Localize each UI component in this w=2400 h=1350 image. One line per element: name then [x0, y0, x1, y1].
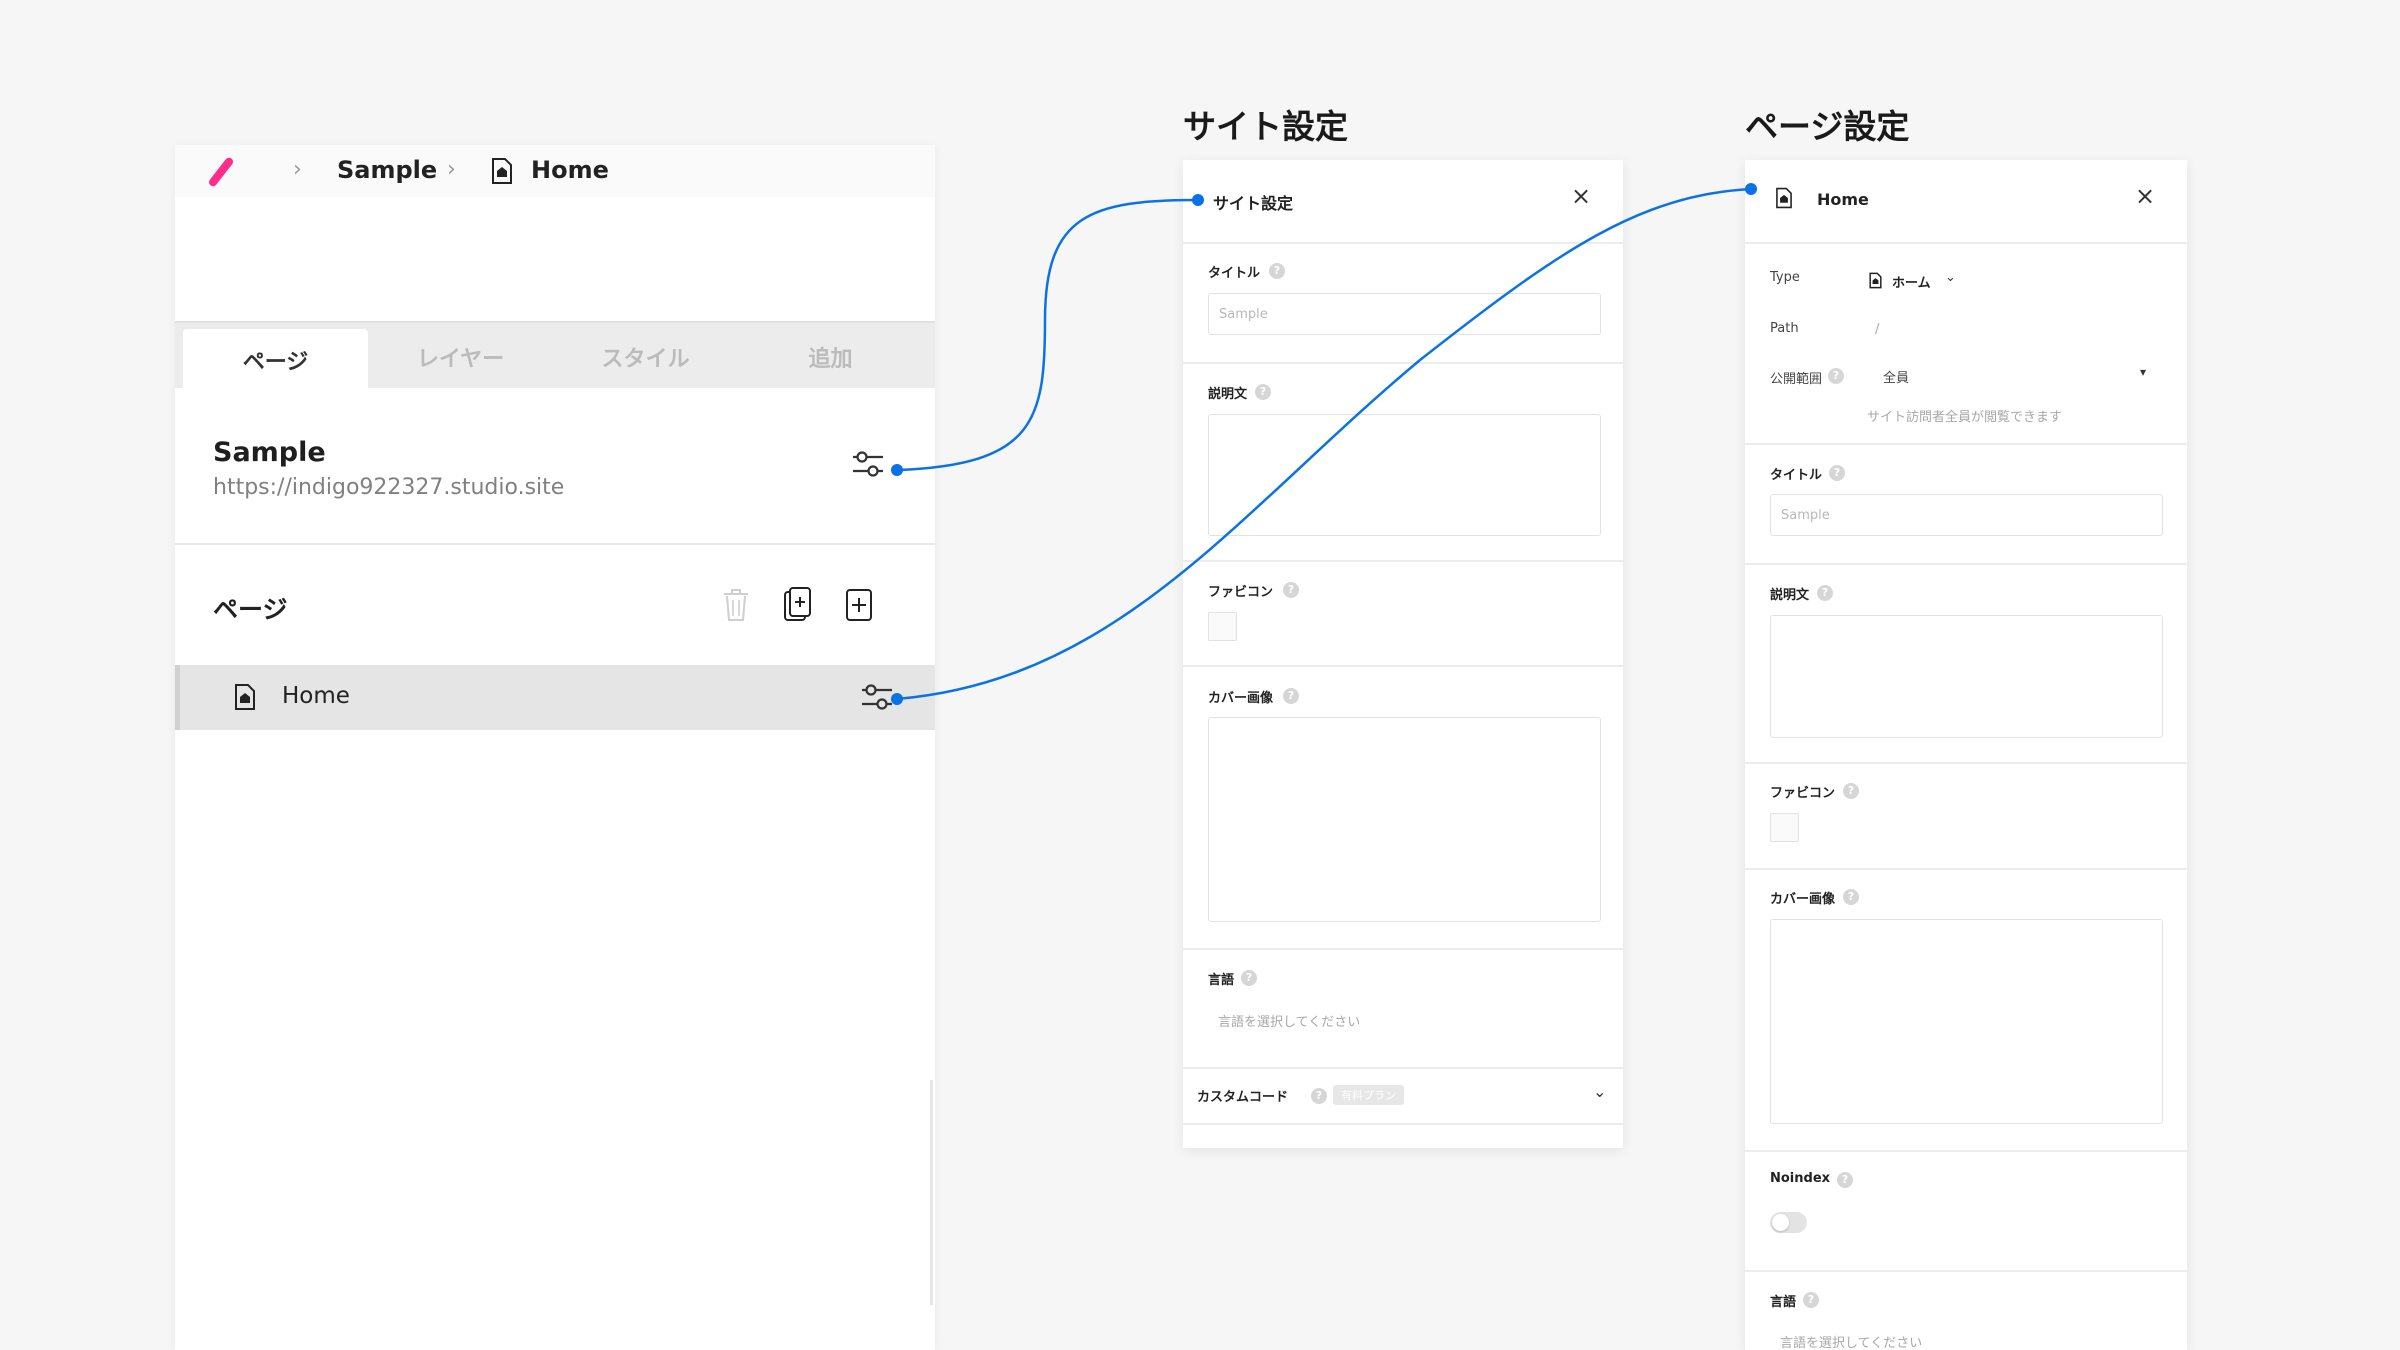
scrollbar[interactable] — [930, 1080, 933, 1305]
page-home-icon — [235, 684, 255, 710]
help-icon[interactable]: ? — [1817, 585, 1833, 601]
language-label: 言語 — [1208, 973, 1235, 988]
language-select[interactable]: 言語を選択してください — [1218, 1011, 1360, 1030]
description-textarea[interactable] — [1770, 615, 2163, 738]
chevron-right-icon: › — [293, 157, 302, 182]
panel-header-title: Home — [1817, 190, 1869, 209]
tab-pages[interactable]: ページ — [183, 329, 368, 390]
cover-image-upload[interactable] — [1770, 919, 2163, 1124]
divider — [1183, 1067, 1623, 1069]
custom-code-label[interactable]: カスタムコード — [1197, 1086, 1288, 1105]
sliders-icon[interactable] — [851, 450, 885, 478]
help-icon[interactable]: ? — [1283, 582, 1299, 598]
divider — [1183, 242, 1623, 244]
page-settings-caption: ページ設定 — [1745, 107, 1910, 146]
favicon-label: ファビコン — [1770, 786, 1836, 801]
type-label: Type — [1770, 270, 1800, 285]
tab-add[interactable]: 追加 — [738, 323, 923, 390]
divider — [1745, 1150, 2187, 1152]
page-home-icon — [1776, 187, 1792, 209]
divider — [1183, 1123, 1623, 1125]
add-page-icon[interactable] — [845, 588, 873, 622]
divider — [1183, 560, 1623, 562]
site-name: Sample — [213, 437, 326, 468]
site-url: https://indigo922327.studio.site — [213, 475, 565, 500]
noindex-toggle[interactable] — [1770, 1212, 1807, 1233]
visibility-label: 公開範囲 — [1770, 372, 1823, 387]
favicon-label: ファビコン — [1208, 585, 1274, 600]
visibility-hint: サイト訪問者全員が閲覧できます — [1867, 410, 2063, 425]
sliders-icon[interactable] — [860, 683, 894, 711]
paid-plan-badge: 有料プラン — [1333, 1085, 1404, 1105]
language-label: 言語 — [1770, 1295, 1797, 1310]
help-icon[interactable]: ? — [1843, 783, 1859, 799]
help-icon[interactable]: ? — [1283, 688, 1299, 704]
cover-image-upload[interactable] — [1208, 717, 1601, 922]
divider — [1183, 948, 1623, 950]
duplicate-page-icon[interactable] — [783, 586, 813, 622]
panel-tabs: ページ レイヤー スタイル 追加 — [175, 321, 935, 390]
chevron-right-icon: › — [447, 157, 456, 182]
noindex-label: Noindex — [1770, 1171, 1831, 1186]
favicon-upload[interactable] — [1208, 612, 1237, 641]
help-icon[interactable]: ? — [1837, 1172, 1853, 1188]
chevron-down-icon[interactable]: ⌄ — [1945, 270, 1956, 285]
help-icon[interactable]: ? — [1241, 970, 1257, 986]
divider — [1183, 665, 1623, 667]
divider — [1745, 563, 2187, 565]
close-icon[interactable]: × — [1571, 182, 1591, 210]
trash-icon[interactable] — [722, 588, 750, 622]
favicon-upload[interactable] — [1770, 813, 1799, 842]
help-icon[interactable]: ? — [1255, 384, 1271, 400]
breadcrumb-project[interactable]: Sample — [337, 156, 437, 184]
cover-image-label: カバー画像 — [1770, 892, 1836, 907]
page-list-item[interactable]: Home — [175, 665, 935, 730]
title-input[interactable]: Sample — [1208, 293, 1601, 335]
help-icon[interactable]: ? — [1803, 1292, 1819, 1308]
chevron-down-icon[interactable]: ⌄ — [1593, 1082, 1606, 1101]
description-textarea[interactable] — [1208, 414, 1601, 536]
title-label: タイトル — [1770, 468, 1823, 483]
help-icon[interactable]: ? — [1843, 889, 1859, 905]
help-icon[interactable]: ? — [1828, 368, 1844, 384]
description-label: 説明文 — [1770, 588, 1810, 603]
site-settings-caption: サイト設定 — [1183, 107, 1348, 146]
tab-styles[interactable]: スタイル — [553, 323, 738, 390]
page-home-icon — [1869, 272, 1882, 289]
title-input[interactable]: Sample — [1770, 494, 2163, 536]
panel-header-title: サイト設定 — [1213, 194, 1294, 213]
divider — [1745, 443, 2187, 445]
studio-logo[interactable] — [207, 156, 235, 188]
pages-heading: ページ — [213, 595, 288, 624]
caret-down-icon[interactable]: ▾ — [2140, 365, 2146, 379]
page-home-icon — [492, 158, 512, 184]
help-icon[interactable]: ? — [1829, 465, 1845, 481]
help-icon[interactable]: ? — [1311, 1088, 1327, 1104]
description-label: 説明文 — [1208, 387, 1248, 402]
site-settings-panel: サイト設定 × タイトル ? Sample 説明文 ? ファビコン ? カバー画… — [1183, 160, 1623, 1148]
divider — [1745, 868, 2187, 870]
editor-sidebar: › Sample › Home ページ レイヤー スタイル 追加 Sample … — [175, 145, 935, 1350]
divider — [1745, 1270, 2187, 1272]
breadcrumb-page[interactable]: Home — [531, 156, 609, 184]
cover-image-label: カバー画像 — [1208, 691, 1274, 706]
divider — [1745, 762, 2187, 764]
divider — [175, 543, 935, 545]
top-bar: › Sample › Home — [175, 145, 935, 197]
site-settings-connector — [896, 198, 1199, 472]
type-select[interactable]: ホーム — [1892, 272, 1931, 291]
tab-layers[interactable]: レイヤー — [368, 323, 553, 390]
language-select[interactable]: 言語を選択してください — [1780, 1332, 1922, 1350]
path-label: Path — [1770, 321, 1799, 336]
divider — [1183, 362, 1623, 364]
toggle-knob — [1772, 1214, 1789, 1231]
help-icon[interactable]: ? — [1269, 263, 1285, 279]
title-label: タイトル — [1208, 266, 1261, 281]
visibility-select[interactable]: 全員 — [1883, 367, 1909, 386]
divider — [1745, 242, 2187, 244]
page-settings-panel: Home × Type ホーム ⌄ Path / 公開範囲 ? 全員 ▾ サイト… — [1745, 160, 2187, 1350]
close-icon[interactable]: × — [2135, 182, 2155, 210]
path-value[interactable]: / — [1875, 322, 1879, 337]
page-list-item-label: Home — [282, 683, 350, 709]
